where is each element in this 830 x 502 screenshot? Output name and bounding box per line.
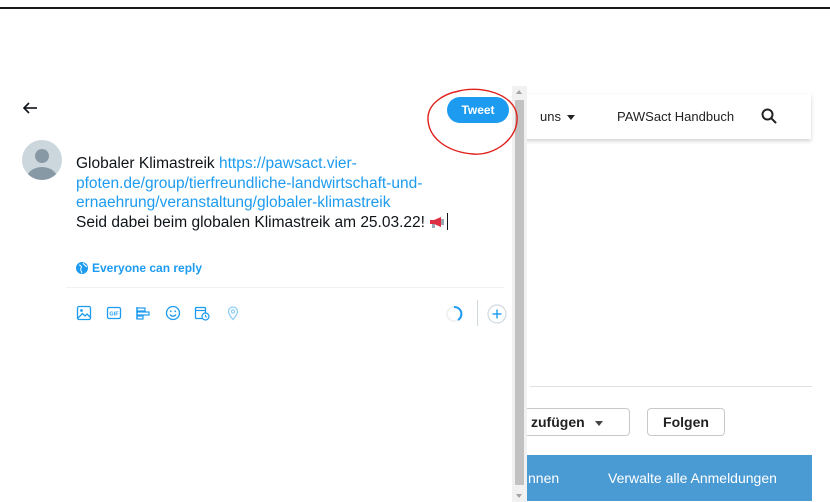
globe-icon	[76, 262, 88, 274]
avatar-head	[35, 149, 49, 163]
manage-registrations-link[interactable]: Verwalte alle Anmeldungen	[608, 470, 777, 486]
location-icon[interactable]	[225, 305, 241, 321]
search-icon[interactable]	[760, 107, 778, 125]
reply-setting-button[interactable]: Everyone can reply	[76, 261, 202, 275]
image-icon[interactable]	[76, 305, 92, 321]
window-top-border	[0, 7, 830, 9]
tweet-compose-dialog: Tweet Globaler Klimastreik https://pawsa…	[0, 86, 518, 502]
avatar-body	[27, 167, 57, 180]
follow-button[interactable]: Folgen	[647, 408, 725, 436]
back-arrow-icon[interactable]	[22, 101, 38, 115]
poll-icon[interactable]	[135, 305, 151, 321]
svg-text:GIF: GIF	[109, 311, 119, 317]
background-action-bar: nnen Verwalte alle Anmeldungen	[520, 455, 812, 501]
nav-link-handbook[interactable]: PAWSact Handbuch	[617, 109, 734, 124]
tweet-text-line2: Seid dabei beim globalen Klimastreik am …	[76, 213, 430, 231]
toolbar-vertical-separator	[477, 300, 478, 326]
compose-separator	[66, 287, 504, 288]
background-divider	[530, 386, 812, 387]
gif-icon[interactable]: GIF	[106, 305, 122, 321]
add-button-label: zufügen	[531, 414, 585, 430]
character-count-ring-icon	[446, 306, 463, 322]
scroll-down-arrow-icon[interactable]	[516, 494, 522, 498]
add-dropdown-button[interactable]: zufügen	[520, 408, 630, 436]
reply-setting-label: Everyone can reply	[92, 261, 203, 275]
megaphone-emoji-icon	[430, 216, 445, 228]
tweet-text-start: Globaler Klimastreik	[76, 155, 219, 172]
caret-down-icon	[594, 420, 603, 426]
nav-dropdown-about[interactable]: uns	[540, 109, 575, 124]
background-nav-bar: uns PAWSact Handbuch	[520, 94, 811, 139]
bar-item-partial[interactable]: nnen	[528, 470, 559, 486]
caret-down-icon	[566, 115, 575, 121]
tweet-text-area[interactable]: Globaler Klimastreik https://pawsact.vie…	[76, 154, 506, 232]
red-annotation-circle	[427, 88, 518, 155]
text-cursor	[447, 212, 449, 230]
emoji-icon[interactable]	[165, 305, 181, 321]
avatar	[22, 140, 62, 180]
nav-dropdown-label: uns	[540, 109, 561, 124]
add-tweet-plus-icon[interactable]	[487, 304, 507, 324]
schedule-icon[interactable]	[194, 305, 210, 321]
